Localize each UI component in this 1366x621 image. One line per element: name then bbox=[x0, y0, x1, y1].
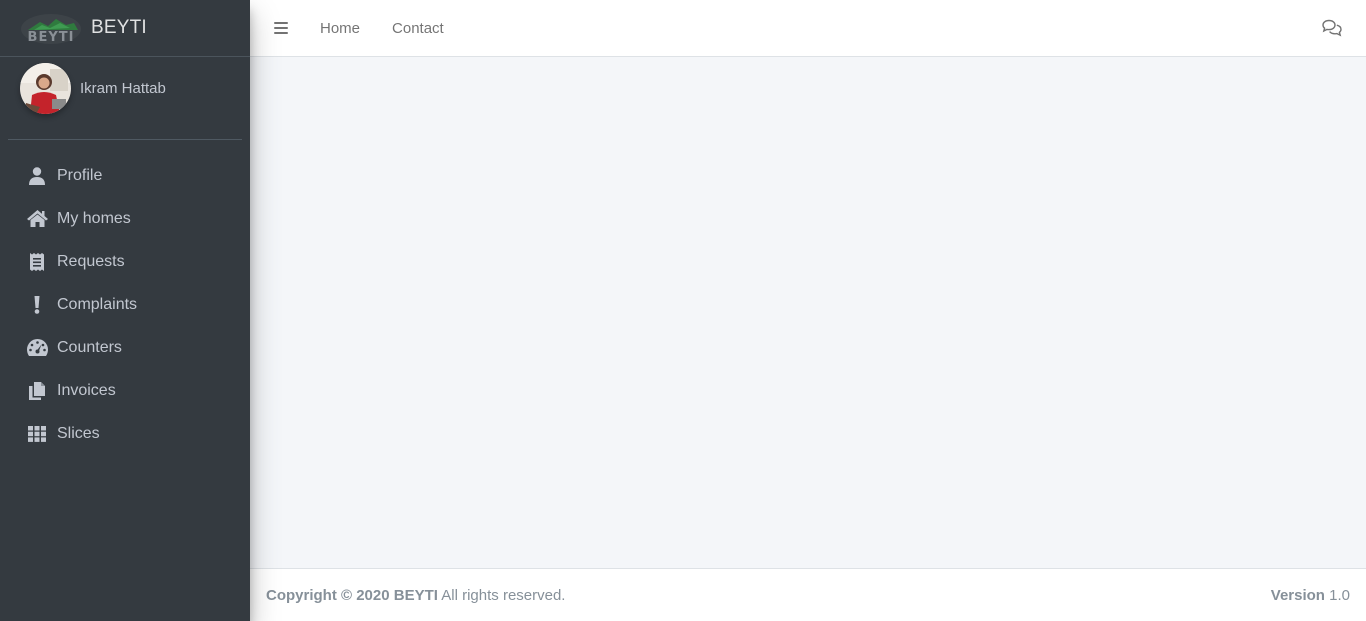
comments-icon[interactable] bbox=[1322, 19, 1342, 37]
sidebar-item-requests[interactable]: Requests bbox=[8, 240, 242, 283]
copyright: Copyright © 2020 BEYTI All rights reserv… bbox=[266, 587, 565, 604]
sidebar-item-label: Profile bbox=[57, 166, 103, 184]
version-label: Version bbox=[1270, 586, 1325, 604]
grid-icon bbox=[26, 424, 48, 444]
nav-link-home[interactable]: Home bbox=[320, 20, 360, 37]
user-panel: Ikram Hattab bbox=[8, 57, 242, 140]
copyright-rest: All rights reserved. bbox=[437, 586, 566, 604]
user-icon bbox=[26, 166, 48, 186]
copy-icon bbox=[26, 381, 48, 401]
version-value: 1.0 bbox=[1324, 586, 1350, 604]
brand-text[interactable]: BEYTI bbox=[91, 17, 147, 39]
brand-link[interactable]: BEYTI BEYTI bbox=[0, 0, 250, 57]
sidebar-item-profile[interactable]: Profile bbox=[8, 154, 242, 197]
user-name[interactable]: Ikram Hattab bbox=[80, 80, 166, 97]
hamburger-icon[interactable] bbox=[274, 22, 288, 34]
footer: Copyright © 2020 BEYTI All rights reserv… bbox=[250, 568, 1366, 621]
sidebar-item-label: My homes bbox=[57, 209, 131, 227]
sidebar-nav: Profile My homes Requests Complaints Cou… bbox=[0, 154, 250, 455]
sidebar-item-complaints[interactable]: Complaints bbox=[8, 283, 242, 326]
sidebar-item-label: Slices bbox=[57, 424, 100, 442]
version-info: Version 1.0 bbox=[1271, 587, 1350, 604]
exclamation-icon bbox=[26, 295, 48, 315]
brand-logo: BEYTI bbox=[20, 10, 82, 46]
sidebar: BEYTI BEYTI Ikram Hattab Profile My home… bbox=[0, 0, 250, 621]
sidebar-item-label: Counters bbox=[57, 338, 122, 356]
sidebar-item-my-homes[interactable]: My homes bbox=[8, 197, 242, 240]
nav-link-contact[interactable]: Contact bbox=[392, 20, 444, 37]
sidebar-item-label: Complaints bbox=[57, 295, 138, 313]
svg-text:BEYTI: BEYTI bbox=[28, 30, 75, 45]
sidebar-item-label: Invoices bbox=[57, 381, 116, 399]
sidebar-item-invoices[interactable]: Invoices bbox=[8, 369, 242, 412]
home-icon bbox=[26, 209, 48, 229]
sidebar-item-label: Requests bbox=[57, 252, 125, 270]
sidebar-item-counters[interactable]: Counters bbox=[8, 326, 242, 369]
avatar[interactable] bbox=[20, 62, 71, 114]
sidebar-item-slices[interactable]: Slices bbox=[8, 412, 242, 455]
copyright-bold: Copyright © 2020 BEYTI bbox=[266, 586, 438, 604]
receipt-icon bbox=[26, 252, 48, 272]
gauge-icon bbox=[26, 338, 48, 358]
top-navbar: Home Contact bbox=[250, 0, 1366, 57]
